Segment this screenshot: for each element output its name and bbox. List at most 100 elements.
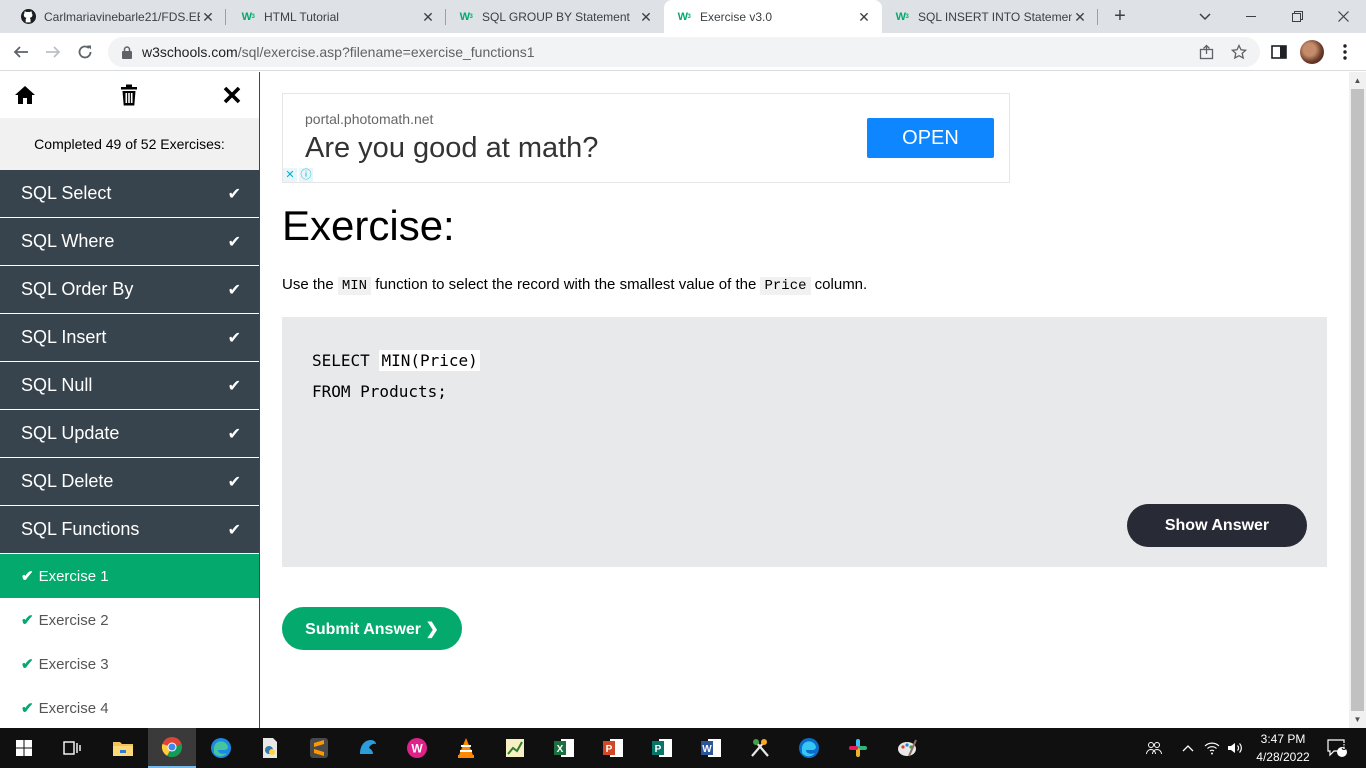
- svg-text:W: W: [411, 742, 423, 756]
- ad-info-icon[interactable]: ⓘ: [299, 168, 313, 182]
- close-icon[interactable]: [219, 82, 245, 108]
- edge-icon[interactable]: [197, 728, 245, 768]
- close-window-button[interactable]: [1320, 0, 1366, 33]
- restore-button[interactable]: [1274, 0, 1320, 33]
- windows-start-icon[interactable]: [0, 728, 48, 768]
- bookmark-star-icon[interactable]: [1228, 41, 1250, 63]
- ad-headline: Are you good at math?: [305, 132, 599, 164]
- vlc-icon[interactable]: [442, 728, 490, 768]
- wampserver-icon[interactable]: W: [393, 728, 441, 768]
- browser-menu-icon[interactable]: [1334, 41, 1356, 63]
- people-icon[interactable]: [1143, 728, 1165, 768]
- powerpoint-icon[interactable]: P: [589, 728, 637, 768]
- wifi-icon[interactable]: [1202, 728, 1222, 768]
- clock-date: 4/28/2022: [1256, 750, 1310, 764]
- code-editor-box: SELECT MIN(Price) FROM Products; Show An…: [282, 317, 1327, 567]
- submit-answer-button[interactable]: Submit Answer ❯: [282, 607, 462, 650]
- exercise-item-3[interactable]: ✔ Exercise 3: [0, 642, 259, 686]
- instruction-text: column.: [814, 276, 868, 293]
- task-view-icon[interactable]: [48, 728, 96, 768]
- category-sql-order-by[interactable]: SQL Order By ✔: [0, 266, 259, 314]
- answer-input[interactable]: MIN(Price): [379, 350, 480, 371]
- trash-icon[interactable]: [116, 82, 142, 108]
- category-sql-select[interactable]: SQL Select ✔: [0, 170, 259, 218]
- w3schools-favicon-icon: W3: [459, 10, 473, 23]
- paint-icon[interactable]: [883, 728, 931, 768]
- ad-choices[interactable]: ✕ ⓘ: [283, 168, 313, 182]
- chrome-icon[interactable]: [148, 728, 196, 768]
- ad-open-button[interactable]: OPEN: [867, 118, 994, 158]
- category-sql-null[interactable]: SQL Null ✔: [0, 362, 259, 410]
- browser-tab-group-by[interactable]: W3 SQL GROUP BY Statement ✕: [446, 0, 664, 33]
- side-panel-icon[interactable]: [1268, 41, 1290, 63]
- excel-icon[interactable]: X: [540, 728, 588, 768]
- progress-text: Completed 49 of 52 Exercises:: [0, 118, 259, 170]
- new-tab-button[interactable]: +: [1108, 4, 1132, 28]
- close-tab-icon[interactable]: ✕: [200, 9, 216, 25]
- show-answer-button[interactable]: Show Answer: [1127, 504, 1307, 547]
- project-libre-icon[interactable]: [491, 728, 539, 768]
- page-scrollbar[interactable]: ▲ ▼: [1349, 72, 1366, 728]
- category-sql-delete[interactable]: SQL Delete ✔: [0, 458, 259, 506]
- notification-center-icon[interactable]: 5: [1322, 728, 1352, 768]
- url-host: w3schools.com: [142, 44, 238, 60]
- tab-separator: [225, 9, 226, 25]
- check-icon: ✔: [21, 612, 34, 629]
- edge-beta-icon[interactable]: [785, 728, 833, 768]
- python-idle-icon[interactable]: [246, 728, 294, 768]
- back-arrow-icon[interactable]: [8, 39, 34, 65]
- tab-search-icon[interactable]: [1182, 0, 1228, 33]
- svg-text:X: X: [557, 744, 564, 755]
- scroll-up-icon[interactable]: ▲: [1349, 72, 1366, 89]
- tab-title: HTML Tutorial: [264, 9, 339, 24]
- sublime-text-icon[interactable]: [295, 728, 343, 768]
- category-label: SQL Select: [21, 183, 112, 203]
- reload-icon[interactable]: [72, 39, 98, 65]
- check-icon: ✔: [227, 377, 241, 395]
- exercise-sidebar: Completed 49 of 52 Exercises: SQL Select…: [0, 72, 260, 728]
- file-explorer-icon[interactable]: [99, 728, 147, 768]
- minimize-button[interactable]: [1228, 0, 1274, 33]
- notification-count-badge: 5: [1341, 742, 1347, 753]
- home-icon[interactable]: [12, 82, 38, 108]
- browser-tab-html-tutorial[interactable]: W3 HTML Tutorial ✕: [228, 0, 446, 33]
- svg-text:P: P: [655, 744, 662, 755]
- scroll-down-icon[interactable]: ▼: [1349, 711, 1366, 728]
- browser-tab-github[interactable]: Carlmariavinebarle21/FDS.EB ✕: [8, 0, 226, 33]
- word-icon[interactable]: W: [687, 728, 735, 768]
- volume-icon[interactable]: [1225, 728, 1245, 768]
- close-tab-icon[interactable]: ✕: [856, 9, 872, 25]
- ad-close-icon[interactable]: ✕: [283, 168, 297, 182]
- browser-tab-exercise[interactable]: W3 Exercise v3.0 ✕: [664, 0, 882, 33]
- system-clock[interactable]: 3:47 PM 4/28/2022: [1246, 730, 1320, 766]
- category-sql-update[interactable]: SQL Update ✔: [0, 410, 259, 458]
- exercise-item-1[interactable]: ✔ Exercise 1: [0, 554, 259, 598]
- exercise-main: portal.photomath.net Are you good at mat…: [261, 72, 1349, 728]
- forward-arrow-icon[interactable]: [40, 39, 66, 65]
- category-label: SQL Where: [21, 231, 115, 251]
- check-icon: ✔: [21, 700, 34, 717]
- exercise-instruction: Use the MIN function to select the recor…: [282, 276, 868, 295]
- close-tab-icon[interactable]: ✕: [638, 9, 654, 25]
- advertisement-banner[interactable]: portal.photomath.net Are you good at mat…: [282, 93, 1010, 183]
- category-sql-where[interactable]: SQL Where ✔: [0, 218, 259, 266]
- address-bar[interactable]: w3schools.com/sql/exercise.asp?filename=…: [108, 37, 1260, 67]
- snipping-tool-icon[interactable]: [736, 728, 784, 768]
- exercise-item-4[interactable]: ✔ Exercise 4: [0, 686, 259, 728]
- exercise-item-2[interactable]: ✔ Exercise 2: [0, 598, 259, 642]
- profile-avatar[interactable]: [1300, 40, 1324, 64]
- slack-icon[interactable]: [834, 728, 882, 768]
- category-sql-insert[interactable]: SQL Insert ✔: [0, 314, 259, 362]
- close-tab-icon[interactable]: ✕: [1072, 9, 1088, 25]
- publisher-icon[interactable]: P: [638, 728, 686, 768]
- instruction-text: function to select the record with the s…: [375, 276, 757, 293]
- lock-icon: [122, 45, 132, 59]
- w3schools-favicon-icon: W3: [895, 10, 909, 23]
- browser-tab-insert-into[interactable]: W3 SQL INSERT INTO Statement ✕: [882, 0, 1098, 33]
- share-icon[interactable]: [1196, 41, 1218, 63]
- category-sql-functions[interactable]: SQL Functions ✔: [0, 506, 259, 554]
- mysql-workbench-icon[interactable]: [344, 728, 392, 768]
- close-tab-icon[interactable]: ✕: [420, 9, 436, 25]
- tray-chevron-up-icon[interactable]: [1178, 728, 1198, 768]
- scroll-thumb[interactable]: [1351, 89, 1364, 711]
